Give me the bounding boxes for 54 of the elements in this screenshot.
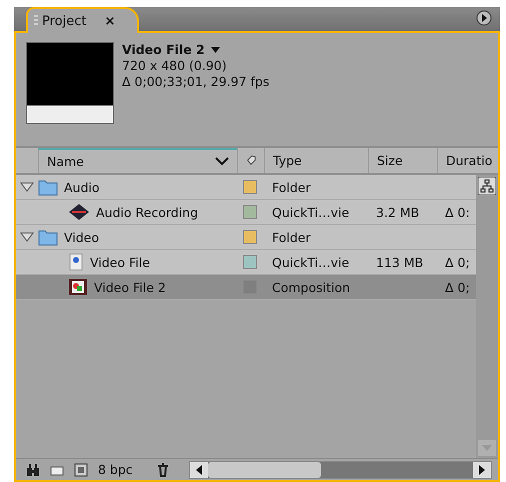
label-swatch[interactable]: [243, 205, 257, 219]
scroll-right-icon[interactable]: [478, 464, 486, 474]
column-header[interactable]: Size: [368, 148, 437, 173]
movie-file-icon: [68, 253, 84, 271]
tag-icon: [246, 154, 256, 168]
column-header[interactable]: Name: [38, 148, 237, 173]
scroll-left-icon[interactable]: [194, 464, 203, 474]
name-cell-text: Video File 2: [93, 280, 166, 294]
type-cell-text: Composition: [271, 280, 352, 294]
size-cell-text: 113 MB: [375, 254, 424, 270]
label-swatch[interactable]: [243, 230, 257, 244]
binoculars-icon[interactable]: [26, 462, 40, 476]
label-swatch[interactable]: [243, 180, 257, 194]
film-icon[interactable]: [74, 462, 88, 476]
caret-icon[interactable]: [210, 47, 220, 53]
duration-cell-text: Δ 0;: [444, 254, 471, 270]
trash-icon[interactable]: [156, 462, 169, 476]
item-duration: Δ 0;00;33;01, 29.97 fps: [122, 74, 270, 90]
project-tab[interactable]: Project ×: [26, 7, 140, 33]
item-title[interactable]: Video File 2: [122, 42, 205, 58]
composition-icon: [68, 278, 88, 296]
type-cell-text: Folder: [271, 230, 312, 244]
name-cell-text: Video File: [89, 254, 150, 270]
table-row[interactable]: Video File 2 Composition Δ 0;: [16, 275, 476, 300]
type-cell-text: QuickTi…vie: [271, 204, 350, 220]
close-button[interactable]: ×: [104, 14, 116, 28]
name-cell-text: Audio: [63, 180, 100, 194]
duration-cell-text: Δ 0;: [444, 280, 471, 294]
audio-file-icon: [68, 203, 90, 221]
disclosure-triangle-icon[interactable]: [20, 232, 34, 242]
column-header[interactable]: Duratio: [437, 148, 498, 173]
type-cell-text: QuickTi…vie: [271, 254, 350, 270]
folder-icon: [38, 228, 58, 246]
type-cell-text: Folder: [271, 180, 312, 194]
duration-cell-text: Δ 0:: [444, 204, 471, 220]
flowchart-icon[interactable]: [478, 177, 496, 195]
bit-depth-button[interactable]: 8 bpc: [98, 462, 133, 477]
panel-menu-icon[interactable]: [476, 10, 492, 26]
chevron-down-icon: [215, 157, 229, 166]
vertical-scrollbar[interactable]: [476, 175, 498, 458]
column-header[interactable]: Type: [264, 148, 368, 173]
horizontal-scrollbar[interactable]: [188, 460, 492, 478]
folder-icon[interactable]: [50, 464, 64, 476]
table-row[interactable]: Audio Folder: [16, 175, 476, 200]
item-dimensions: 720 x 480 (0.90): [122, 58, 228, 74]
table-row[interactable]: Video File QuickTi…vie 113 MB Δ 0;: [16, 250, 476, 275]
disclosure-triangle-icon[interactable]: [20, 182, 34, 192]
folder-icon: [38, 178, 58, 196]
name-cell-text: Audio Recording: [95, 204, 198, 220]
name-cell-text: Video: [63, 230, 100, 244]
size-cell-text: 3.2 MB: [375, 204, 420, 220]
table-row[interactable]: Video Folder: [16, 225, 476, 250]
label-swatch[interactable]: [243, 255, 257, 269]
table-row[interactable]: Audio Recording QuickTi…vie 3.2 MB Δ 0:: [16, 200, 476, 225]
